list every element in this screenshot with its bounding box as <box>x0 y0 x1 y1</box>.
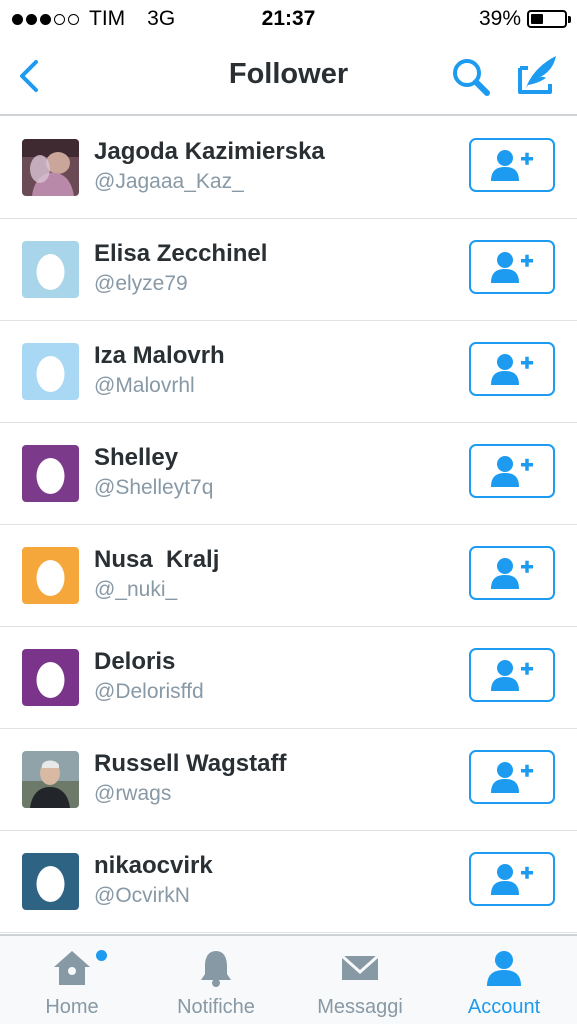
follower-name: Russell Wagstaff <box>94 750 287 777</box>
avatar[interactable] <box>22 547 79 604</box>
search-icon <box>453 59 490 96</box>
list-item[interactable]: Deloris @Delorisffd <box>0 627 577 729</box>
follow-button[interactable] <box>469 342 555 396</box>
default-egg-avatar <box>22 445 79 502</box>
tab-notifiche[interactable]: Notifiche <box>144 936 288 1024</box>
add-user-icon <box>491 252 533 283</box>
follower-name: Iza Malovrh <box>94 342 225 369</box>
profile-photo <box>22 751 79 808</box>
tab-icon <box>484 948 524 988</box>
follower-handle: @_nuki_ <box>94 578 178 601</box>
compose-tweet-icon <box>518 56 556 94</box>
search-button[interactable] <box>450 56 492 98</box>
follow-button[interactable] <box>469 750 555 804</box>
list-item[interactable]: Elisa Zecchinel @elyze79 <box>0 219 577 321</box>
follower-handle: @Malovrhl <box>94 374 195 397</box>
follower-handle: @OcvirkN <box>94 884 190 907</box>
follower-handle: @rwags <box>94 782 172 805</box>
add-user-icon <box>491 762 533 793</box>
list-item[interactable]: Nusa Kralj @_nuki_ <box>0 525 577 627</box>
avatar[interactable] <box>22 139 79 196</box>
avatar[interactable] <box>22 853 79 910</box>
follower-name: Elisa Zecchinel <box>94 240 268 267</box>
tab-label: Home <box>45 996 99 1018</box>
follower-handle: @Shelleyt7q <box>94 476 214 499</box>
add-user-icon <box>491 558 533 589</box>
follower-name: Deloris <box>94 648 176 675</box>
follow-button[interactable] <box>469 648 555 702</box>
default-egg-avatar <box>22 241 79 298</box>
add-user-icon <box>491 660 533 691</box>
list-item[interactable]: nikaocvirk @OcvirkN <box>0 831 577 933</box>
tab-icon <box>340 948 380 988</box>
default-egg-avatar <box>22 853 79 910</box>
follower-name: Nusa Kralj <box>94 546 220 573</box>
avatar[interactable] <box>22 751 79 808</box>
avatar[interactable] <box>22 343 79 400</box>
follower-name: Jagoda Kazimierska <box>94 138 325 165</box>
battery-icon <box>527 10 571 28</box>
follow-button[interactable] <box>469 138 555 192</box>
status-bar: TIM 3G 21:37 39% <box>0 0 577 38</box>
tab-messaggi[interactable]: Messaggi <box>288 936 432 1024</box>
follow-button[interactable] <box>469 444 555 498</box>
follower-handle: @Delorisffd <box>94 680 204 703</box>
battery-fill <box>531 14 543 24</box>
default-egg-avatar <box>22 547 79 604</box>
avatar[interactable] <box>22 241 79 298</box>
compose-button[interactable] <box>514 52 560 98</box>
tab-icon <box>196 948 236 988</box>
profile-photo <box>22 139 79 196</box>
add-user-icon <box>491 150 533 181</box>
follower-handle: @elyze79 <box>94 272 188 295</box>
battery-percent: 39% <box>478 7 521 30</box>
tab-bar: Home Notifiche Messaggi Account <box>0 934 577 1024</box>
list-item[interactable]: Iza Malovrh @Malovrhl <box>0 321 577 423</box>
follow-button[interactable] <box>469 852 555 906</box>
bell-icon <box>201 951 231 987</box>
notification-badge <box>96 950 107 961</box>
tab-label: Messaggi <box>317 996 403 1018</box>
add-user-icon <box>491 354 533 385</box>
follower-name: Shelley <box>94 444 179 471</box>
screen: TIM 3G 21:37 39% Follower Jagoda Kazimie… <box>0 0 577 1024</box>
tab-account[interactable]: Account <box>432 936 576 1024</box>
default-egg-avatar <box>22 343 79 400</box>
person-icon <box>487 951 521 986</box>
list-item[interactable]: Russell Wagstaff @rwags <box>0 729 577 831</box>
follow-button[interactable] <box>469 240 555 294</box>
tab-home[interactable]: Home <box>0 936 144 1024</box>
list-item[interactable]: Jagoda Kazimierska @Jagaaa_Kaz_ <box>0 117 577 219</box>
nav-bar: Follower <box>0 38 577 116</box>
follower-handle: @Jagaaa_Kaz_ <box>94 170 244 193</box>
status-right: 39% <box>478 7 571 31</box>
add-user-icon <box>491 864 533 895</box>
tab-label: Account <box>467 996 541 1018</box>
follower-list: Jagoda Kazimierska @Jagaaa_Kaz_ Elisa Zecc… <box>0 117 577 933</box>
battery-tip <box>568 16 571 23</box>
tab-icon <box>52 948 92 988</box>
follow-button[interactable] <box>469 546 555 600</box>
add-user-icon <box>491 456 533 487</box>
envelope-icon <box>341 954 379 980</box>
home-icon <box>54 951 90 985</box>
avatar[interactable] <box>22 445 79 502</box>
tab-label: Notifiche <box>177 996 255 1018</box>
follower-name: nikaocvirk <box>94 852 213 879</box>
avatar[interactable] <box>22 649 79 706</box>
default-egg-avatar <box>22 649 79 706</box>
list-item[interactable]: Shelley @Shelleyt7q <box>0 423 577 525</box>
